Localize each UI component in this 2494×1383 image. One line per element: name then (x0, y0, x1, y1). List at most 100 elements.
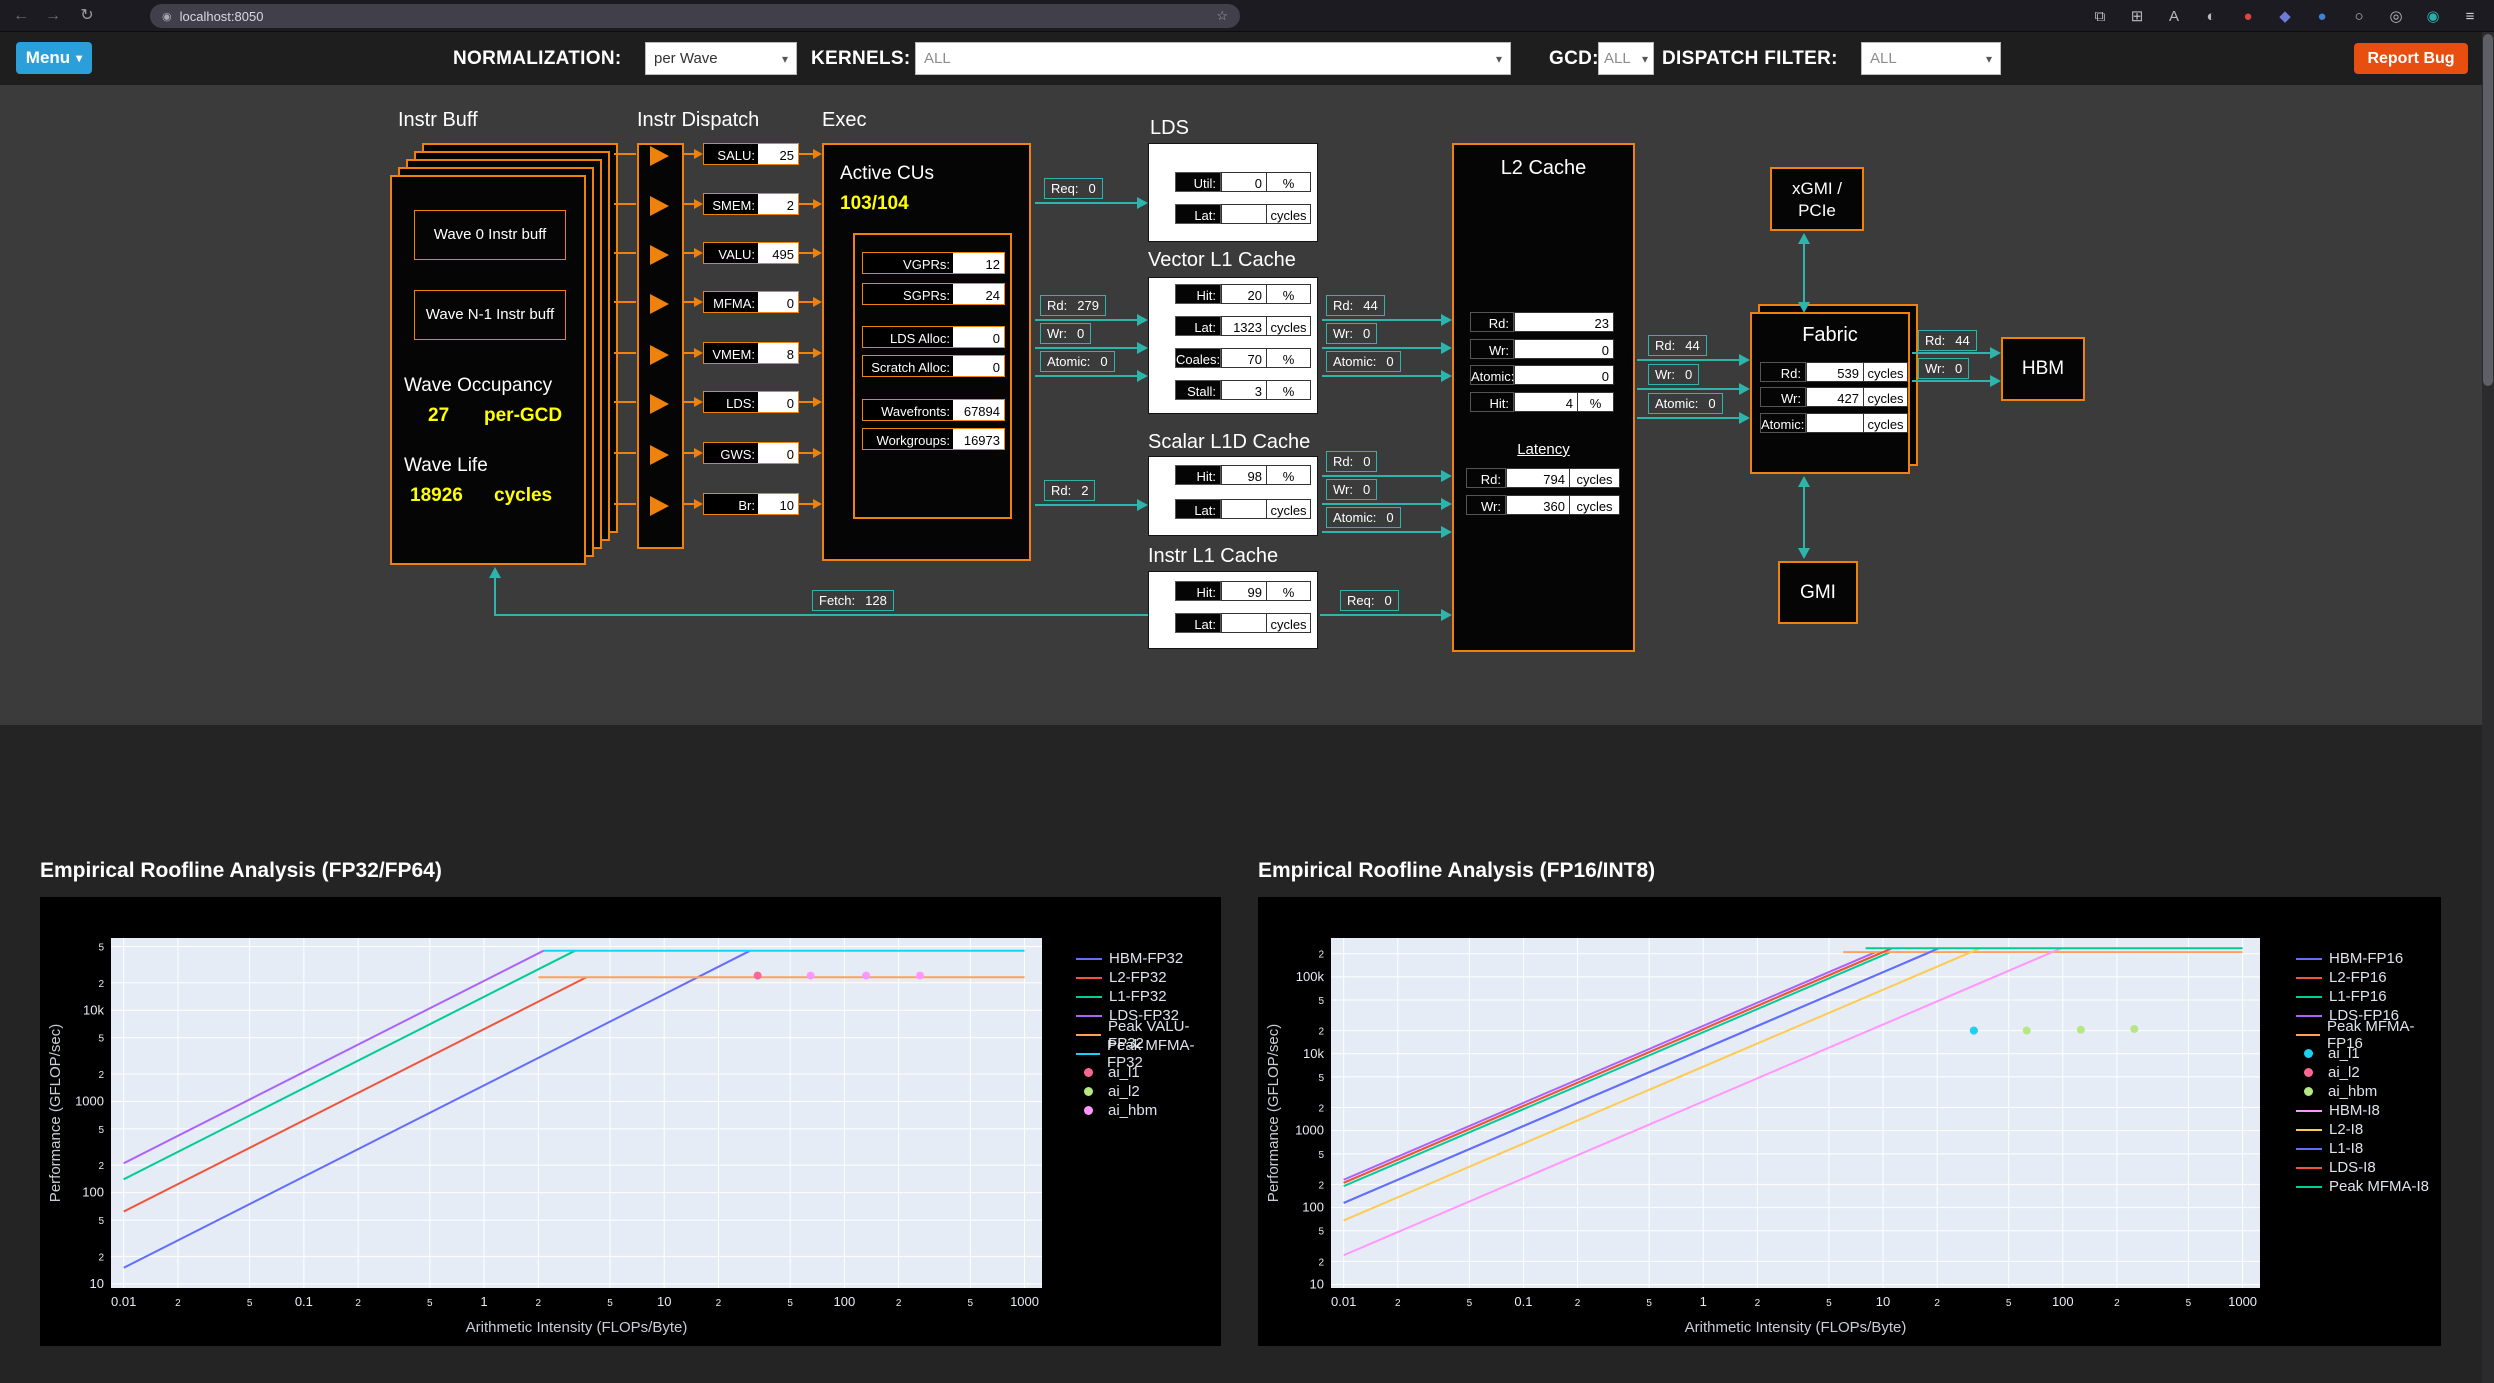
l2-row-wr: Wr:0 (1470, 339, 1614, 359)
menu-hamburger-icon[interactable]: ≡ (2460, 8, 2480, 25)
waveN-instr-buff: Wave N-1 Instr buff (414, 290, 566, 340)
menu-button[interactable]: Menu ▾ (16, 42, 92, 74)
legend-item[interactable]: L1-I8 (2296, 1141, 2441, 1156)
kernels-select[interactable]: ALL ▾ (915, 42, 1511, 75)
grid-icon[interactable]: ⊞ (2127, 7, 2147, 25)
legend-item[interactable]: L2-I8 (2296, 1122, 2441, 1137)
l2-latency-rd: Rd:794cycles (1466, 468, 1620, 488)
url-bar[interactable]: ◉ localhost:8050 ☆ (150, 4, 1240, 28)
arrow-label-il1-l2: Req:0 (1340, 590, 1399, 611)
arrow-label: Wr: (1333, 326, 1353, 341)
legend-item[interactable]: ai_l2 (2296, 1065, 2441, 1080)
arrow-label: Rd: (1047, 298, 1067, 313)
arrowhead-icon (1990, 347, 2001, 359)
arrow-label-fabric-hbm-wr: Wr:0 (1918, 358, 1969, 379)
back-icon[interactable]: ← (8, 0, 34, 32)
row-value: 0 (953, 356, 1004, 376)
teal-arrow (1803, 243, 1805, 304)
roofline-fp16-plot[interactable]: 0.01250.12512510251002510001025100251000… (1258, 897, 2441, 1346)
sync-ext-icon[interactable]: ● (2312, 8, 2332, 25)
legend-item[interactable]: ai_hbm (1076, 1103, 1221, 1118)
legend-item[interactable]: HBM-I8 (2296, 1103, 2441, 1118)
l2-row-hit: Hit:4% (1470, 392, 1614, 412)
contrast-icon[interactable]: ◐ (2201, 8, 2221, 25)
chevron-down-icon: ▾ (1642, 52, 1648, 66)
arrow-value: 44 (1955, 333, 1969, 348)
svg-text:100: 100 (82, 1185, 104, 1200)
lds-row-util: Util:0% (1175, 172, 1311, 192)
arrow-value: 0 (1100, 354, 1107, 369)
svg-text:1: 1 (1700, 1294, 1707, 1309)
dispatch-filter-select[interactable]: ALL ▾ (1861, 42, 2001, 75)
report-bug-button[interactable]: Report Bug (2354, 43, 2468, 74)
legend-item[interactable]: Peak MFMA-FP32 (1076, 1046, 1221, 1061)
legend-item[interactable]: Peak MFMA-I8 (2296, 1179, 2441, 1194)
dispatch-chevron-icon (650, 345, 669, 365)
arrow-label-l2-fabric-rd: Rd:44 (1648, 335, 1707, 356)
scrollbar-thumb[interactable] (2483, 34, 2493, 386)
forward-icon[interactable]: → (40, 0, 66, 32)
row-label: Atomic: (1760, 413, 1806, 433)
gpu-block-diagram: Instr Buff Instr Dispatch Exec LDS Vecto… (0, 85, 2494, 725)
legend-item[interactable]: L2-FP32 (1076, 970, 1221, 985)
roofline-fp32-chart[interactable]: 0.01250.12512510251002510001025100251000… (40, 897, 1221, 1346)
bookmark-star-icon[interactable]: ☆ (1216, 8, 1228, 24)
app-toolbar: Menu ▾ NORMALIZATION: per Wave ▾ KERNELS… (0, 32, 2494, 85)
svg-text:2: 2 (716, 1298, 722, 1309)
dispatch-chevron-icon (650, 445, 669, 465)
dispatch-row-mfma: MFMA:0 (703, 291, 799, 313)
legend-item[interactable]: ai_l2 (1076, 1084, 1221, 1099)
roofline-fp32-plot[interactable]: 0.01250.12512510251002510001025100251000… (40, 897, 1221, 1346)
adblock-ext-icon[interactable]: ● (2238, 8, 2258, 25)
legend-item[interactable]: L1-FP16 (2296, 989, 2441, 1004)
svg-text:2: 2 (98, 979, 104, 990)
legend-label: ai_l1 (2328, 1045, 2360, 1062)
arrow-label-sl1d-l2-atomic: Atomic:0 (1326, 507, 1401, 528)
arrow-value: 0 (1077, 326, 1084, 341)
row-value: 16973 (953, 429, 1004, 449)
instr-buff-title: Instr Buff (398, 109, 478, 132)
xgmi-line1: xGMI / (1772, 179, 1862, 199)
arrow-label-exec-lds: Req:0 (1044, 178, 1103, 199)
pip-icon[interactable]: ⧉ (2090, 8, 2110, 25)
menu-button-label: Menu (26, 48, 70, 68)
gcd-select[interactable]: ALL ▾ (1598, 42, 1654, 75)
dark-ext-icon[interactable]: ◆ (2275, 7, 2295, 25)
history-icon[interactable]: ◎ (2386, 7, 2406, 25)
row-unit: cycles (1267, 613, 1311, 633)
arrow-value: 0 (1955, 361, 1962, 376)
legend-dot-swatch (2304, 1087, 2313, 1096)
chevron-down-icon: ▾ (782, 52, 788, 66)
normalization-select[interactable]: per Wave ▾ (645, 42, 797, 75)
kernels-label: KERNELS: (811, 32, 911, 85)
legend-item[interactable]: HBM-FP16 (2296, 951, 2441, 966)
legend-item[interactable]: ai_l1 (1076, 1065, 1221, 1080)
legend-label: L2-FP32 (1109, 969, 1167, 986)
orange-connector (614, 352, 636, 354)
reader-icon[interactable]: A (2164, 8, 2184, 25)
extension-icon[interactable]: ○ (2349, 8, 2369, 25)
svg-text:5: 5 (1318, 1073, 1324, 1084)
sl1d-row-lat: Lat:cycles (1175, 499, 1311, 519)
legend-item[interactable]: HBM-FP32 (1076, 951, 1221, 966)
teal-arrow (1912, 352, 1990, 354)
svg-text:5: 5 (247, 1298, 253, 1309)
legend-item[interactable]: LDS-I8 (2296, 1160, 2441, 1175)
arrow-label-vl1-l2-wr: Wr:0 (1326, 323, 1377, 344)
legend-item[interactable]: Peak MFMA-FP16 (2296, 1027, 2441, 1042)
roofline-fp16-chart[interactable]: 0.01250.12512510251002510001025100251000… (1258, 897, 2441, 1346)
legend-item[interactable]: L1-FP32 (1076, 989, 1221, 1004)
shield-icon[interactable]: ◉ (162, 10, 172, 23)
account-icon[interactable]: ◉ (2423, 7, 2443, 25)
orange-arrow (799, 252, 814, 254)
legend-item[interactable]: ai_l1 (2296, 1046, 2441, 1061)
orange-arrowhead-icon (813, 397, 822, 407)
svg-text:100: 100 (2052, 1294, 2074, 1309)
scrollbar-track[interactable] (2482, 32, 2494, 1383)
legend-item[interactable]: ai_hbm (2296, 1084, 2441, 1099)
reload-icon[interactable]: ↻ (74, 0, 100, 32)
orange-connector (614, 301, 636, 303)
legend-item[interactable]: L2-FP16 (2296, 970, 2441, 985)
teal-arrow (495, 614, 1148, 616)
row-label: Coales: (1175, 348, 1221, 368)
